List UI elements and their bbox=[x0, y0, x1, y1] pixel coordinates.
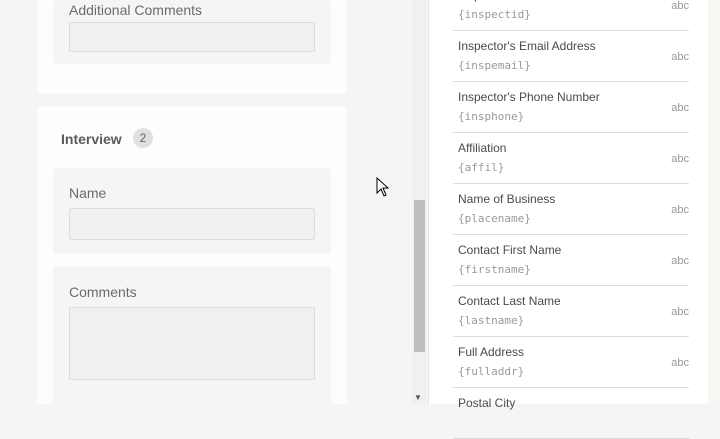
field-code: {placename} bbox=[458, 212, 531, 225]
field-list-item[interactable]: Full Address {fulladdr} abc bbox=[453, 337, 689, 388]
field-additional-comments: Additional Comments bbox=[53, 0, 331, 64]
field-code: {lastname} bbox=[458, 314, 525, 327]
field-title: Inspector's Phone Number bbox=[458, 90, 600, 104]
field-code: {affil} bbox=[458, 161, 505, 174]
field-type: abc bbox=[671, 51, 689, 63]
field-title: Full Address bbox=[458, 345, 525, 359]
field-label: Name bbox=[69, 185, 107, 201]
field-title: Inspector's Email Address bbox=[458, 39, 596, 53]
field-title: Postal City bbox=[458, 396, 516, 410]
field-list-item[interactable]: Inspector ID {inspectid} abc bbox=[453, 0, 689, 31]
field-code: {firstname} bbox=[458, 263, 531, 276]
field-type: abc bbox=[671, 102, 689, 114]
count-badge: 2 bbox=[133, 128, 153, 148]
field-code: {inspemail} bbox=[458, 59, 531, 72]
field-label: Comments bbox=[69, 284, 137, 300]
field-name: Name bbox=[53, 168, 331, 254]
field-title: Affiliation bbox=[458, 141, 507, 155]
scrollbar-thumb[interactable] bbox=[414, 200, 425, 352]
name-input[interactable] bbox=[69, 208, 315, 240]
field-type: abc bbox=[671, 357, 689, 369]
field-title: Inspector ID bbox=[458, 0, 523, 2]
field-code: {fulladdr} bbox=[458, 365, 525, 378]
panel-edge bbox=[708, 0, 720, 404]
section-title: Interview bbox=[61, 131, 122, 147]
field-list-item[interactable]: Name of Business {placename} abc bbox=[453, 184, 689, 235]
field-code: {insphone} bbox=[458, 110, 525, 123]
field-list-item[interactable]: Inspector's Email Address {inspemail} abc bbox=[453, 31, 689, 82]
field-title: Contact Last Name bbox=[458, 294, 561, 308]
form-section-card: Additional Comments bbox=[37, 0, 347, 94]
field-type: abc bbox=[671, 0, 689, 12]
additional-comments-input[interactable] bbox=[69, 22, 315, 52]
field-list-item[interactable]: Inspector's Phone Number {insphone} abc bbox=[453, 82, 689, 133]
field-comments: Comments bbox=[53, 266, 331, 404]
interview-section-card: Interview 2 Name Comments bbox=[37, 106, 347, 404]
field-type: abc bbox=[671, 306, 689, 318]
field-list-item[interactable]: Contact Last Name {lastname} abc bbox=[453, 286, 689, 337]
field-code: {inspectid} bbox=[458, 8, 531, 21]
scrollbar[interactable]: ▼ bbox=[412, 0, 426, 404]
field-list-panel: Inspector ID{inspectid}abcInspector's Em… bbox=[428, 0, 708, 439]
field-title: Contact First Name bbox=[458, 243, 562, 257]
comments-textarea[interactable] bbox=[69, 307, 315, 380]
field-list-item[interactable]: Contact First Name {firstname} abc bbox=[453, 235, 689, 286]
mouse-cursor-icon bbox=[376, 177, 390, 197]
field-type: abc bbox=[671, 204, 689, 216]
field-label: Additional Comments bbox=[69, 2, 203, 18]
field-type: abc bbox=[671, 255, 689, 267]
field-list-item[interactable]: Postal City bbox=[453, 388, 689, 439]
scroll-down-arrow-icon[interactable]: ▼ bbox=[414, 393, 422, 402]
field-title: Name of Business bbox=[458, 192, 556, 206]
field-list-item[interactable]: Affiliation {affil} abc bbox=[453, 133, 689, 184]
field-type: abc bbox=[671, 153, 689, 165]
form-preview: Additional Comments Interview 2 Name Com… bbox=[0, 0, 412, 404]
